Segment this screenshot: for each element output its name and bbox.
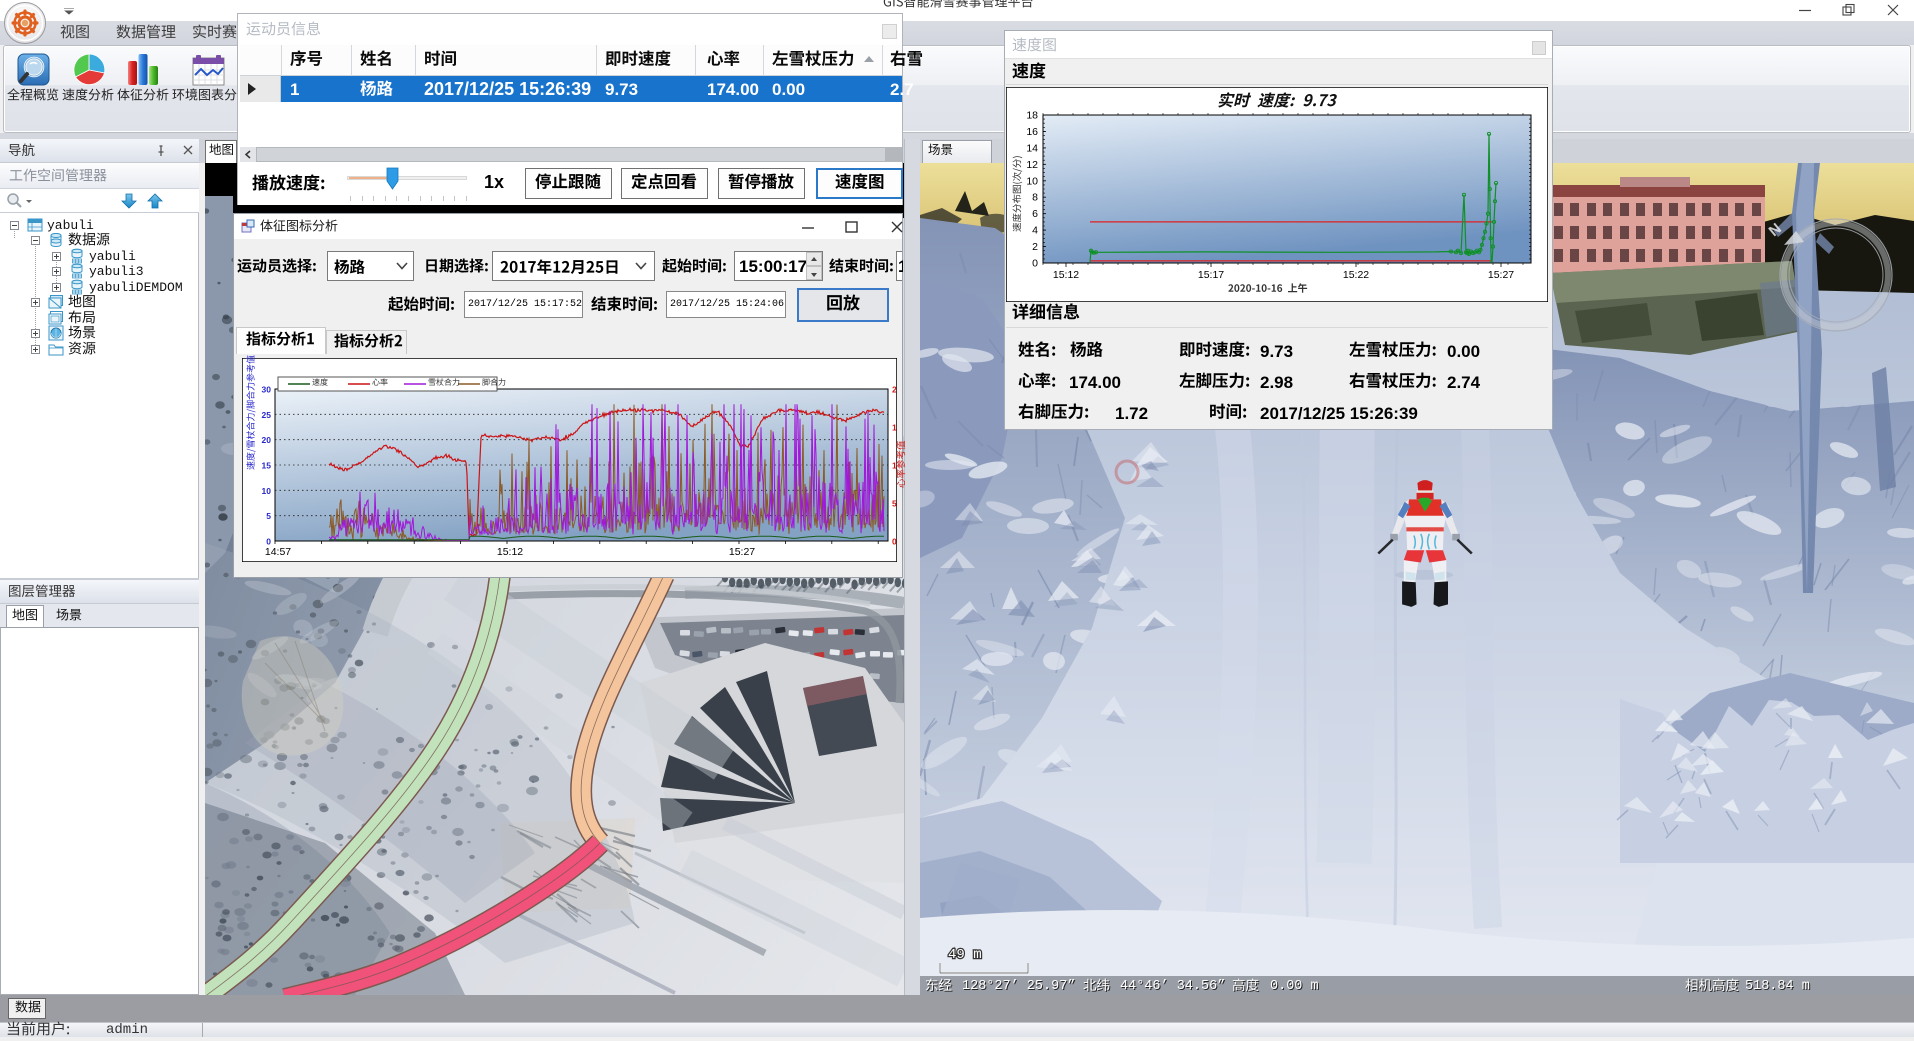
svg-text:12: 12 <box>1026 159 1038 171</box>
svg-text:15:27: 15:27 <box>1488 269 1514 281</box>
svg-text:14:57: 14:57 <box>265 546 291 558</box>
svg-text:30: 30 <box>262 385 272 395</box>
svg-text:0: 0 <box>266 537 271 547</box>
svg-text:5: 5 <box>266 511 271 521</box>
svg-text:15:27: 15:27 <box>729 546 755 558</box>
svg-text:8: 8 <box>1032 192 1038 204</box>
svg-text:0: 0 <box>892 537 897 547</box>
svg-text:150: 150 <box>892 423 897 433</box>
svg-text:14: 14 <box>1026 142 1038 154</box>
svg-text:15: 15 <box>262 461 272 471</box>
svg-text:4: 4 <box>1032 225 1038 237</box>
svg-text:25: 25 <box>262 410 272 420</box>
svg-text:6: 6 <box>1032 208 1038 220</box>
svg-text:50: 50 <box>892 499 897 509</box>
svg-text:16: 16 <box>1026 126 1038 138</box>
svg-text:49 m: 49 m <box>948 947 982 963</box>
svg-text:18: 18 <box>1026 110 1038 122</box>
svg-text:15:22: 15:22 <box>1343 269 1369 281</box>
svg-text:0: 0 <box>1032 258 1038 270</box>
svg-text:20: 20 <box>262 435 272 445</box>
svg-text:2: 2 <box>1032 241 1038 253</box>
svg-text:200: 200 <box>892 385 897 395</box>
svg-text:10: 10 <box>262 486 272 496</box>
svg-text:15:12: 15:12 <box>497 546 523 558</box>
svg-text:15:17: 15:17 <box>1198 269 1224 281</box>
svg-text:10: 10 <box>1026 175 1038 187</box>
svg-text:15:12: 15:12 <box>1053 269 1079 281</box>
